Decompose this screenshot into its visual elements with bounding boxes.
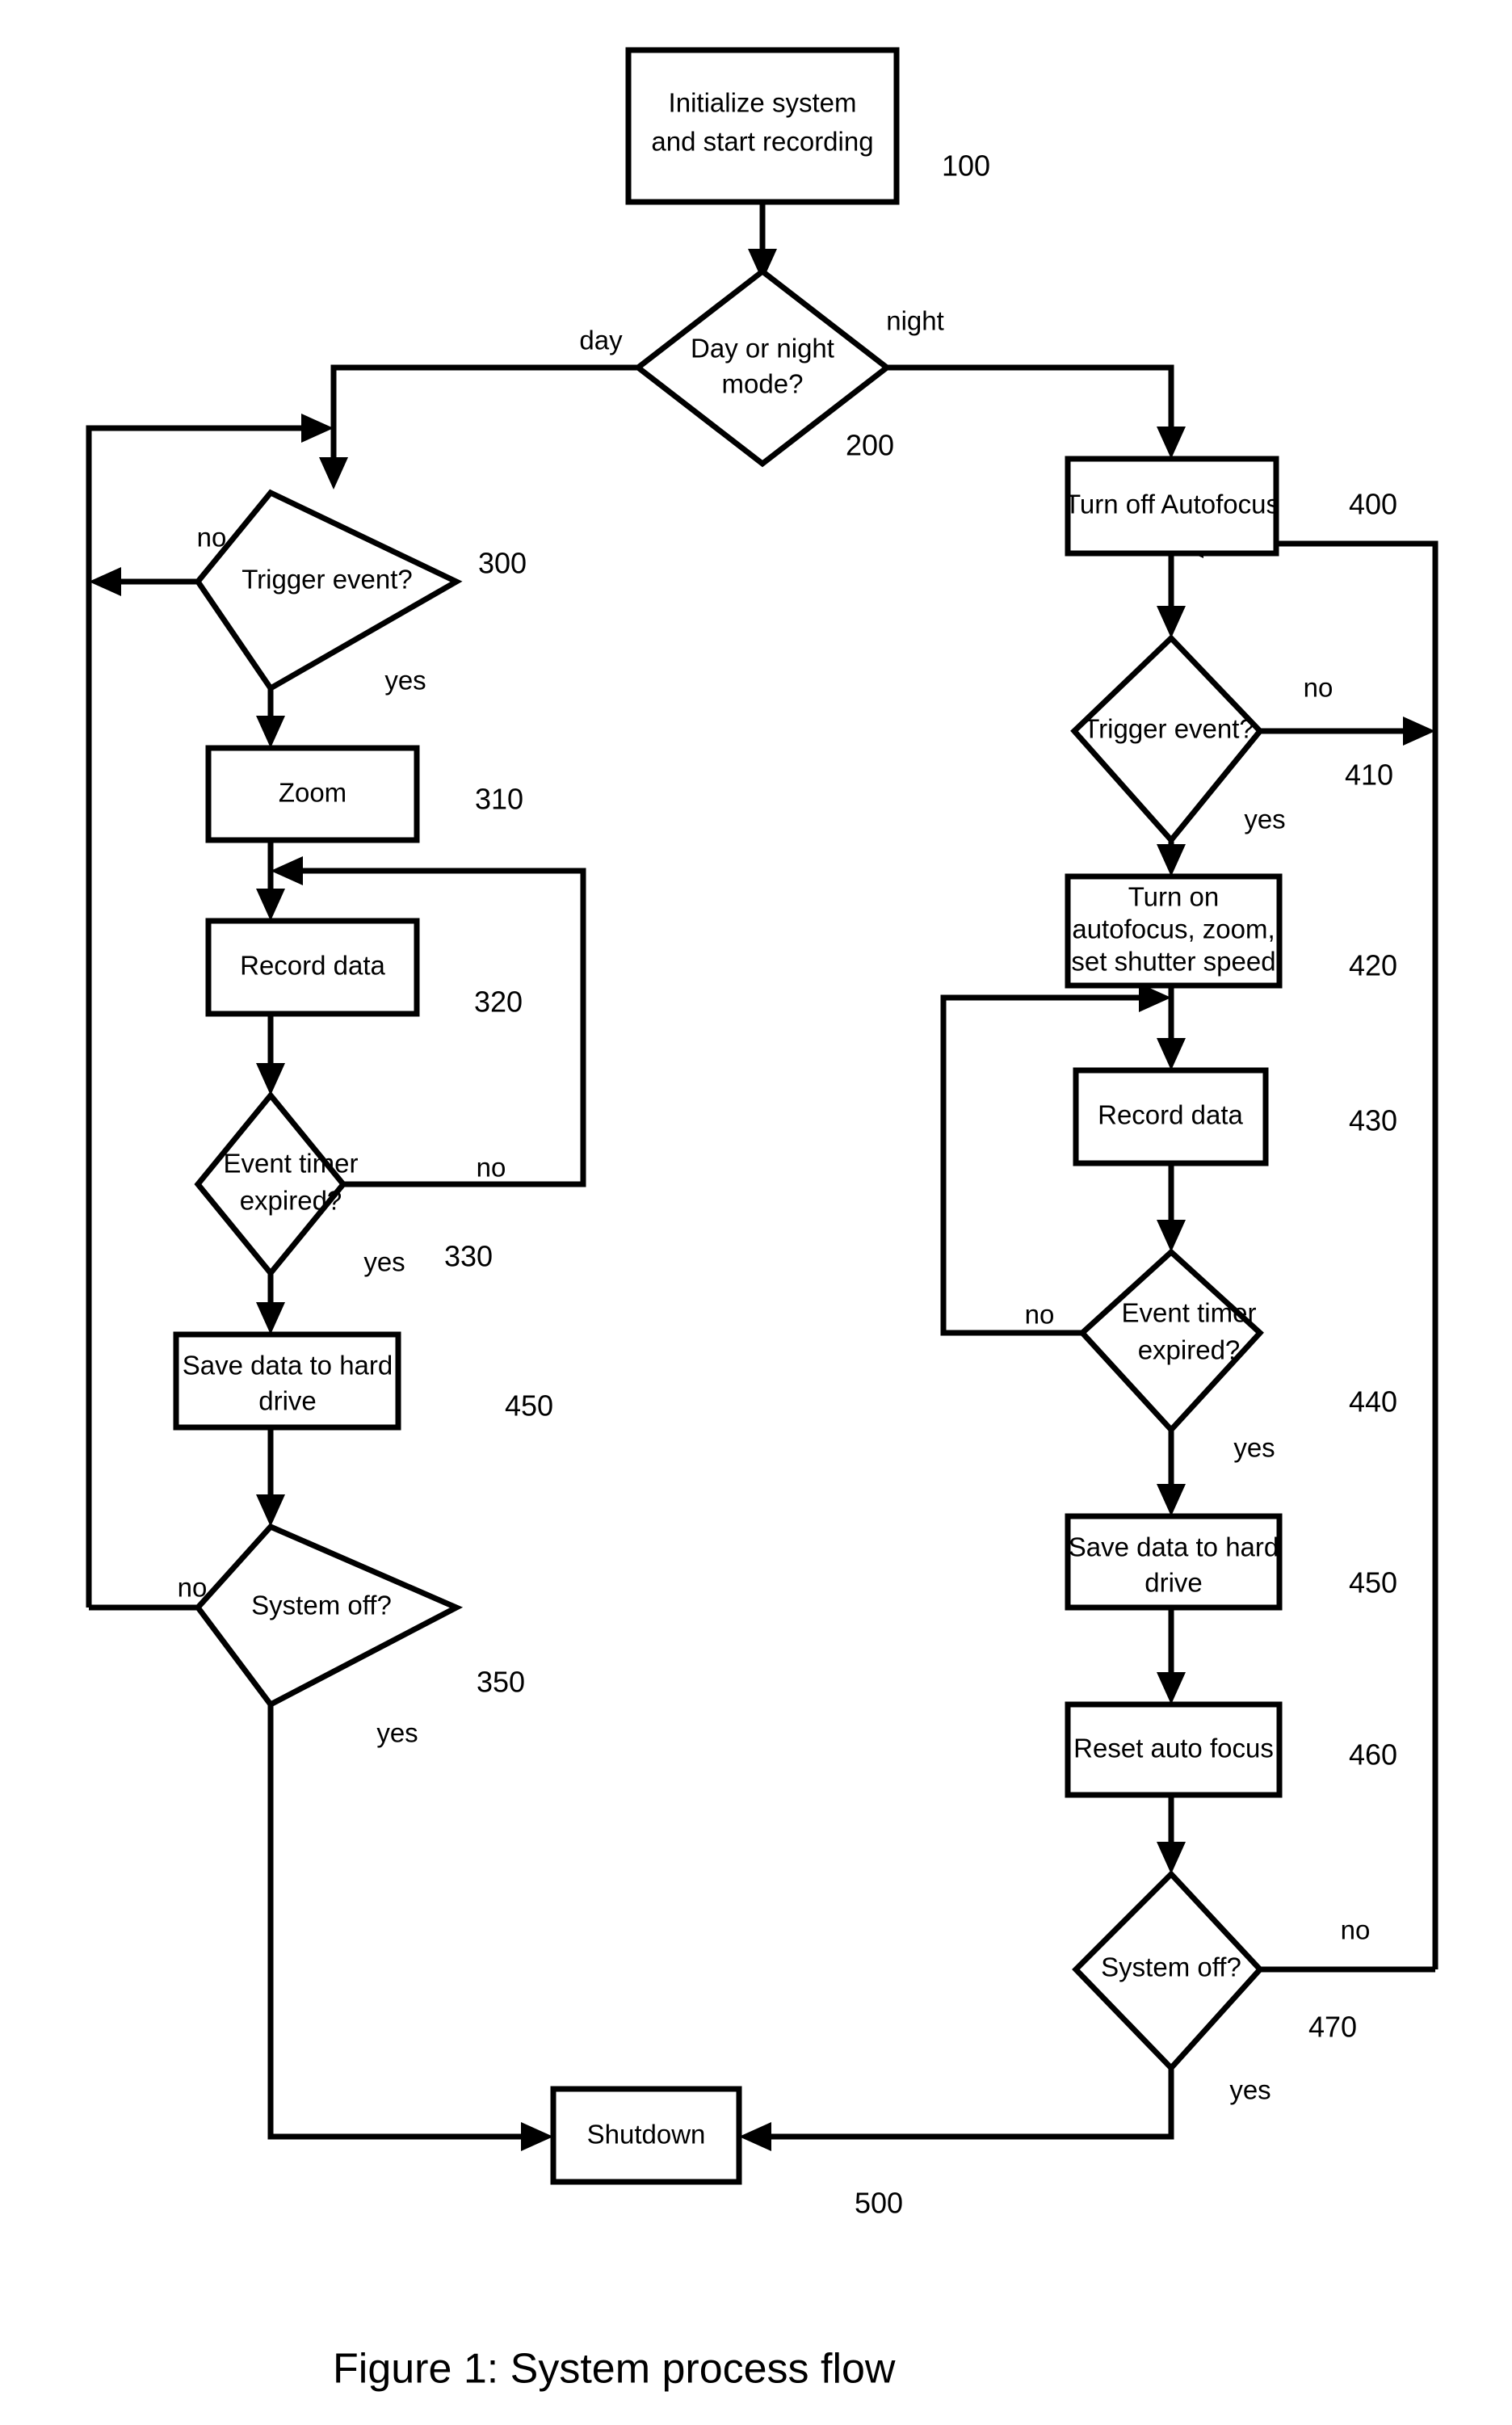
node-reset-af-label-0: Reset auto focus xyxy=(1073,1734,1274,1763)
node-init-label-1: and start recording xyxy=(651,127,873,157)
arrowhead-turn-on-to-record-night xyxy=(1157,1038,1186,1070)
edge-label-sysoff-night-no: no xyxy=(1341,1915,1371,1945)
arrowhead-trigger-night-yes xyxy=(1157,844,1186,876)
node-sysoff-day-label-0: System off? xyxy=(251,1591,392,1620)
node-timer-night-label-0: Event timer xyxy=(1122,1298,1257,1328)
edge-label-sysoff-day-yes: yes xyxy=(376,1718,418,1748)
edge-label-day: day xyxy=(579,326,623,355)
edge-label-sysoff-night-yes: yes xyxy=(1229,2075,1270,2105)
figure-canvas: Initialize system and start recording 10… xyxy=(0,0,1512,2425)
edge-daynight-day xyxy=(330,364,638,475)
node-autofocus-off-ref: 400 xyxy=(1349,488,1397,521)
edge-sysoff-night-yes xyxy=(754,2068,1174,2140)
node-zoom-label-0: Zoom xyxy=(279,778,346,808)
figure-caption: Figure 1: System process flow xyxy=(333,2346,896,2393)
arrowhead-timer-night-yes xyxy=(1157,1484,1186,1516)
arrowhead-record-night-to-timer xyxy=(1157,1220,1186,1252)
node-reset-af-ref: 460 xyxy=(1349,1738,1397,1771)
flowchart-svg: Initialize system and start recording 10… xyxy=(86,47,1438,2393)
arrowhead-trigger-day-yes xyxy=(256,716,285,748)
node-turn-on-label-1: autofocus, zoom, xyxy=(1072,914,1275,944)
node-timer-day[interactable] xyxy=(194,1091,347,1278)
edge-daynight-night xyxy=(887,364,1174,444)
arrowhead-zoom-to-record-day xyxy=(256,889,285,921)
arrowhead-left-outer-loop xyxy=(301,414,334,443)
edge-label-timer-day-yes: yes xyxy=(363,1247,405,1277)
node-daynight-ref: 200 xyxy=(846,429,894,462)
node-timer-night-label-1: expired? xyxy=(1138,1335,1241,1365)
node-trigger-night-label-0: Trigger event? xyxy=(1083,714,1254,744)
arrowhead-sysoff-day-yes xyxy=(521,2122,553,2151)
node-record-day-ref: 320 xyxy=(474,986,523,1019)
node-save-night-label-0: Save data to hard xyxy=(1069,1532,1279,1562)
node-shutdown-label-0: Shutdown xyxy=(587,2120,706,2150)
node-record-day-label-0: Record data xyxy=(240,951,385,981)
node-init-ref: 100 xyxy=(942,149,990,183)
arrowhead-trigger-day-no xyxy=(89,567,121,596)
edge-sysoff-day-yes xyxy=(267,1704,539,2140)
node-sysoff-day-ref: 350 xyxy=(477,1666,525,1699)
node-timer-day-label-0: Event timer xyxy=(224,1149,359,1179)
node-trigger-day-ref: 300 xyxy=(478,547,527,580)
node-daynight-label-1: mode? xyxy=(722,369,804,399)
node-record-night-label-0: Record data xyxy=(1098,1100,1243,1130)
node-autofocus-off-label-0: Turn off Autofocus xyxy=(1065,490,1279,519)
node-zoom-ref: 310 xyxy=(475,783,523,816)
node-sysoff-night-ref: 470 xyxy=(1308,2011,1357,2044)
node-timer-day-label-1: expired? xyxy=(240,1186,342,1216)
node-turn-on-label-2: set shutter speed xyxy=(1071,947,1275,977)
arrowhead-timer-day-no xyxy=(271,856,303,885)
node-daynight-label-0: Day or night xyxy=(691,334,834,364)
node-trigger-day-label-0: Trigger event? xyxy=(242,565,413,595)
arrowhead-daynight-day xyxy=(319,457,348,490)
node-shutdown-ref: 500 xyxy=(855,2187,903,2220)
node-trigger-night-ref: 410 xyxy=(1345,759,1393,792)
node-sysoff-night-label-0: System off? xyxy=(1101,1952,1241,1982)
node-save-night-label-1: drive xyxy=(1144,1568,1203,1598)
node-save-night-ref: 450 xyxy=(1349,1566,1397,1599)
arrowhead-autofocus-off-to-trigger xyxy=(1157,606,1186,638)
arrowhead-save-day-to-sysoff xyxy=(256,1494,285,1527)
node-init-label-0: Initialize system xyxy=(669,88,857,118)
edge-label-sysoff-day-no: no xyxy=(178,1573,208,1603)
node-timer-day-ref: 330 xyxy=(444,1240,493,1273)
node-turn-on-ref: 420 xyxy=(1349,949,1397,982)
node-timer-night-ref: 440 xyxy=(1349,1385,1397,1418)
edge-label-timer-night-yes: yes xyxy=(1233,1433,1275,1463)
arrowhead-daynight-night xyxy=(1157,427,1186,459)
edge-timer-day-no xyxy=(285,868,586,1187)
node-save-day-label-1: drive xyxy=(258,1386,317,1416)
arrowhead-sysoff-night-yes xyxy=(739,2122,771,2151)
edge-label-trigger-day-no: no xyxy=(197,523,227,553)
arrowhead-trigger-night-no xyxy=(1403,717,1435,746)
node-save-day-ref: 450 xyxy=(505,1389,553,1423)
edge-label-night: night xyxy=(886,306,944,336)
edge-label-trigger-night-no: no xyxy=(1304,673,1334,703)
node-record-night-ref: 430 xyxy=(1349,1104,1397,1137)
arrowhead-reset-to-sysoff-night xyxy=(1157,1842,1186,1874)
arrowhead-record-day-to-timer xyxy=(256,1063,285,1095)
node-turn-on-label-0: Turn on xyxy=(1128,882,1220,912)
arrowhead-save-night-to-reset xyxy=(1157,1672,1186,1704)
edge-label-timer-day-no: no xyxy=(477,1153,506,1183)
edge-label-trigger-night-yes: yes xyxy=(1244,805,1285,834)
arrowhead-timer-day-yes xyxy=(256,1302,285,1334)
edge-label-timer-night-no: no xyxy=(1025,1300,1055,1330)
edge-label-trigger-day-yes: yes xyxy=(384,666,426,696)
node-save-day-label-0: Save data to hard xyxy=(183,1351,393,1381)
